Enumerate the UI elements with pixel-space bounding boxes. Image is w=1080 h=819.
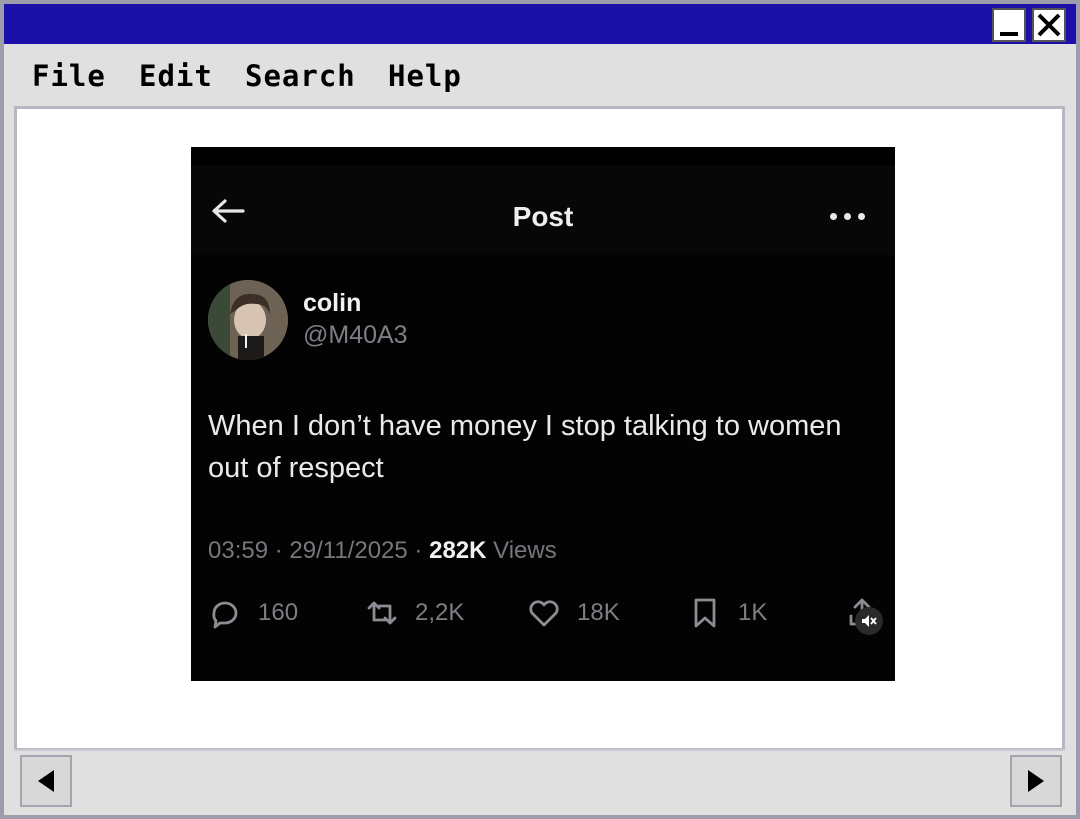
display-name[interactable]: colin: [303, 289, 361, 318]
bookmark-icon: [694, 598, 716, 628]
scroll-left-button[interactable]: [20, 755, 72, 807]
post-time: 03:59: [208, 537, 269, 564]
menu-help[interactable]: Help: [388, 59, 462, 93]
bookmark-count: 1K: [738, 599, 768, 626]
scroll-left-icon: [38, 770, 54, 792]
meta-separator: ·: [414, 537, 423, 564]
repost-icon: [367, 601, 397, 625]
user-handle[interactable]: @M40A3: [303, 321, 408, 350]
post-header: Post: [191, 165, 895, 255]
reply-button[interactable]: 160: [208, 593, 298, 633]
post-meta: 03:59 · 29/11/2025 · 282K Views: [208, 537, 557, 565]
mute-button[interactable]: [855, 607, 883, 635]
content-area: Post colin @M40A3 When I don’t have mone…: [14, 106, 1065, 751]
action-bar: 160 2,2K 18K 1K: [191, 593, 895, 633]
more-icon[interactable]: [830, 211, 866, 221]
bookmark-button[interactable]: 1K: [688, 593, 767, 633]
minimize-button[interactable]: [992, 8, 1026, 42]
menu-search[interactable]: Search: [245, 59, 356, 93]
post-text: When I don’t have money I stop talking t…: [208, 410, 842, 484]
reply-icon: [212, 601, 238, 629]
menu-edit[interactable]: Edit: [139, 59, 213, 93]
status-strip: [191, 147, 895, 165]
scroll-right-icon: [1028, 770, 1044, 792]
like-icon: [529, 600, 559, 627]
mute-icon: [862, 615, 877, 627]
reply-count: 160: [258, 599, 299, 626]
horizontal-scrollbar[interactable]: [14, 749, 1065, 811]
post-header-title: Post: [512, 201, 574, 232]
menu-file[interactable]: File: [32, 59, 106, 93]
close-icon: [1037, 13, 1061, 37]
like-button[interactable]: 18K: [527, 593, 620, 633]
close-button[interactable]: [1032, 8, 1066, 42]
app-window: File Edit Search Help Post colin @M40A3 …: [0, 0, 1080, 819]
repost-button[interactable]: 2,2K: [365, 593, 464, 633]
title-bar: [4, 4, 1076, 44]
meta-separator: ·: [274, 537, 283, 564]
avatar-photo: [208, 280, 288, 360]
avatar[interactable]: [208, 280, 288, 360]
repost-count: 2,2K: [415, 599, 465, 626]
like-count: 18K: [577, 599, 620, 626]
post-date: 29/11/2025: [289, 537, 408, 564]
post-screenshot: Post colin @M40A3 When I don’t have mone…: [191, 147, 895, 681]
menu-bar: File Edit Search Help: [4, 44, 1076, 108]
views-count: 282K: [429, 537, 487, 564]
scroll-right-button[interactable]: [1010, 755, 1062, 807]
minimize-icon: [1000, 32, 1018, 36]
views-label: Views: [493, 537, 557, 564]
